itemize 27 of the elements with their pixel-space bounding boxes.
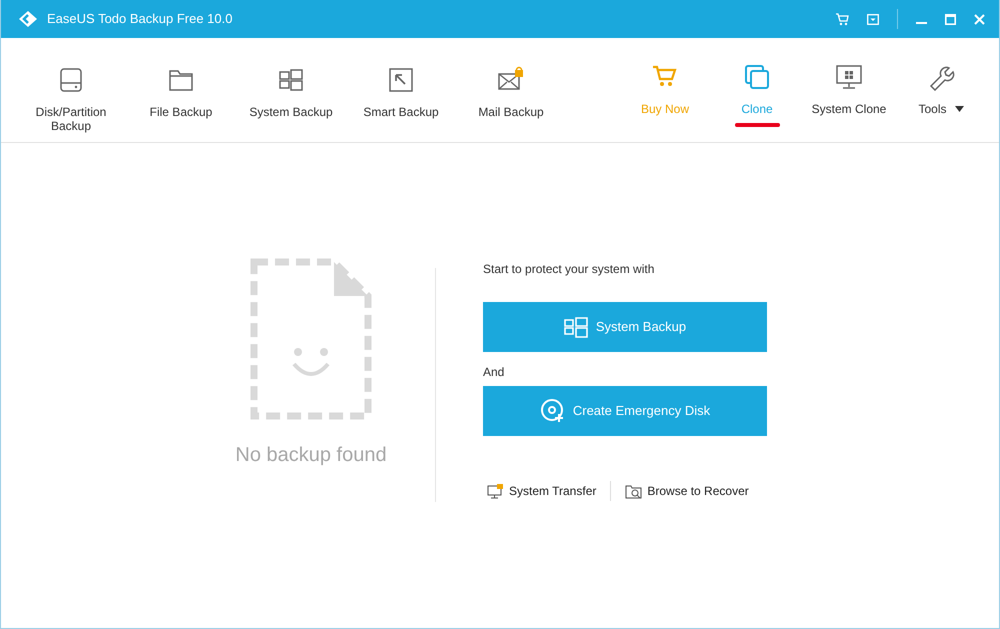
toolbar-button[interactable]: Disk/Partition Backup (16, 38, 126, 142)
toolbar-button[interactable]: System Backup (236, 38, 346, 142)
folder-search-icon (625, 484, 642, 498)
caret-icon (954, 106, 964, 112)
close-icon[interactable] (974, 14, 985, 24)
cursor-box-icon (387, 66, 415, 94)
disc-plus-icon (540, 398, 566, 424)
windows-icon (564, 316, 588, 338)
empty-message: No backup found (235, 443, 387, 468)
system-transfer-link[interactable]: System Transfer (487, 482, 596, 500)
copy-icon (743, 63, 771, 91)
window-title: EaseUS Todo Backup Free 10.0 (47, 10, 232, 28)
monitor-lock-icon (487, 482, 504, 500)
logo-icon (17, 10, 39, 28)
intro-text: Start to protect your system with (483, 261, 656, 278)
toolbar-button[interactable]: Tools (895, 38, 987, 142)
empty-file-icon (250, 258, 372, 420)
maximize-icon[interactable] (945, 14, 956, 24)
toolbar-button[interactable]: File Backup (126, 38, 236, 142)
browse-to-recover-link[interactable]: Browse to Recover (625, 482, 749, 500)
and-text: And (483, 364, 506, 381)
toolbar-button[interactable]: Mail Backup (456, 38, 566, 142)
cart-icon[interactable] (835, 12, 849, 26)
toolbar-button[interactable]: System Clone (803, 38, 895, 142)
toolbar-button[interactable]: Smart Backup (346, 38, 456, 142)
dropdown-icon[interactable] (867, 14, 879, 24)
monitor-icon (835, 63, 863, 91)
